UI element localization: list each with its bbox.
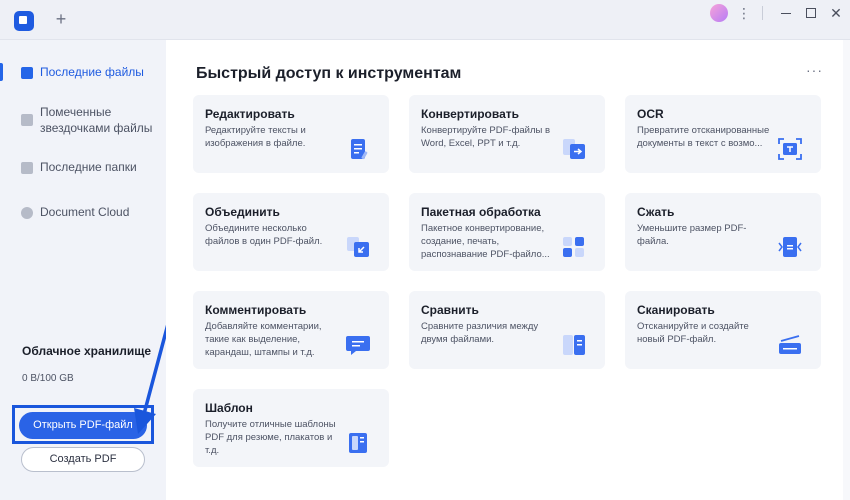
app-logo-icon [14,11,34,31]
storage-value: 0 B/100 GB [22,373,74,384]
tool-desc: Редактируйте тексты и изображения в файл… [205,125,306,149]
recent-files-icon [21,67,33,79]
edit-icon [351,139,368,160]
tool-card-template[interactable]: Шаблон Получите отличные шаблоны PDF для… [193,389,389,467]
title-bar: + ⋮ ✕ [0,0,850,40]
sidebar-item-label: Помеченные звездочками файлы [40,105,153,135]
tool-card-combine[interactable]: Объединить Объедините несколько файлов в… [193,193,389,271]
tool-desc: Получите отличные шаблоны PDF для резюме… [205,419,336,456]
tool-card-edit[interactable]: Редактировать Редактируйте тексты и изоб… [193,95,389,173]
create-pdf-button[interactable]: Создать PDF [21,447,145,472]
convert-icon [563,139,585,159]
cloud-icon [21,207,33,219]
tool-title: Редактировать [205,107,295,121]
tool-title: Объединить [205,205,280,219]
avatar[interactable] [710,4,728,22]
tool-desc: Уменьшите размер PDF-файла. [637,223,747,247]
tool-card-scan[interactable]: Сканировать Отсканируйте и создайте новы… [625,291,821,369]
maximize-icon [806,8,816,18]
close-button[interactable]: ✕ [826,3,846,23]
sidebar: Последние файлы Помеченные звездочками ф… [0,40,170,500]
sidebar-item-recent-folders[interactable]: Последние папки [0,159,166,179]
compare-icon [563,335,585,355]
menu-kebab-icon[interactable]: ⋮ [737,3,751,23]
sidebar-item-label: Последние папки [40,160,137,174]
comment-icon [346,336,370,355]
tool-card-ocr[interactable]: OCR Превратите отсканированные документы… [625,95,821,173]
tool-title: Сканировать [637,303,715,317]
folder-icon [21,162,33,174]
scrollbar-track[interactable] [843,40,850,500]
tool-desc: Сравните различия между двумя файлами. [421,321,539,345]
tool-title: OCR [637,107,664,121]
tool-card-compare[interactable]: Сравнить Сравните различия между двумя ф… [409,291,605,369]
tool-desc: Конвертируйте PDF-файлы в Word, Excel, P… [421,125,551,149]
tool-card-convert[interactable]: Конвертировать Конвертируйте PDF-файлы в… [409,95,605,173]
tool-desc: Превратите отсканированные документы в т… [637,125,770,149]
tool-card-compress[interactable]: Сжать Уменьшите размер PDF-файла. [625,193,821,271]
tool-title: Пакетная обработка [421,205,541,219]
tool-desc: Отсканируйте и создайте новый PDF-файл. [637,321,749,345]
scan-icon [779,335,801,354]
tool-title: Шаблон [205,401,253,415]
ocr-icon [778,138,802,160]
new-tab-button[interactable]: + [52,8,70,30]
sidebar-item-document-cloud[interactable]: Document Cloud [0,204,166,224]
main-panel: Быстрый доступ к инструментам ··· Редакт… [166,40,850,500]
maximize-button[interactable] [801,3,821,23]
sidebar-item-label: Document Cloud [40,205,130,219]
more-options-icon[interactable]: ··· [806,62,823,78]
tool-card-batch[interactable]: Пакетная обработка Пакетное конвертирова… [409,193,605,271]
minimize-button[interactable] [776,3,796,23]
compress-icon [778,237,802,257]
tool-desc: Пакетное конвертирование, создание, печа… [421,223,550,260]
sidebar-item-starred[interactable]: Помеченные звездочками файлы [0,104,166,140]
tool-desc: Добавляйте комментарии, такие как выделе… [205,321,322,358]
tool-title: Сжать [637,205,675,219]
page-title: Быстрый доступ к инструментам [196,65,462,82]
tool-title: Сравнить [421,303,479,317]
minimize-icon [781,13,791,14]
tool-title: Комментировать [205,303,307,317]
template-icon [349,433,367,453]
tool-desc: Объедините несколько файлов в один PDF-ф… [205,223,323,247]
sidebar-item-label: Последние файлы [40,65,144,79]
sidebar-item-recent-files[interactable]: Последние файлы [0,64,166,84]
tool-title: Конвертировать [421,107,520,121]
titlebar-divider [762,6,763,20]
combine-icon [347,237,369,257]
tool-card-comment[interactable]: Комментировать Добавляйте комментарии, т… [193,291,389,369]
starred-files-icon [21,114,33,126]
batch-icon [563,237,584,257]
